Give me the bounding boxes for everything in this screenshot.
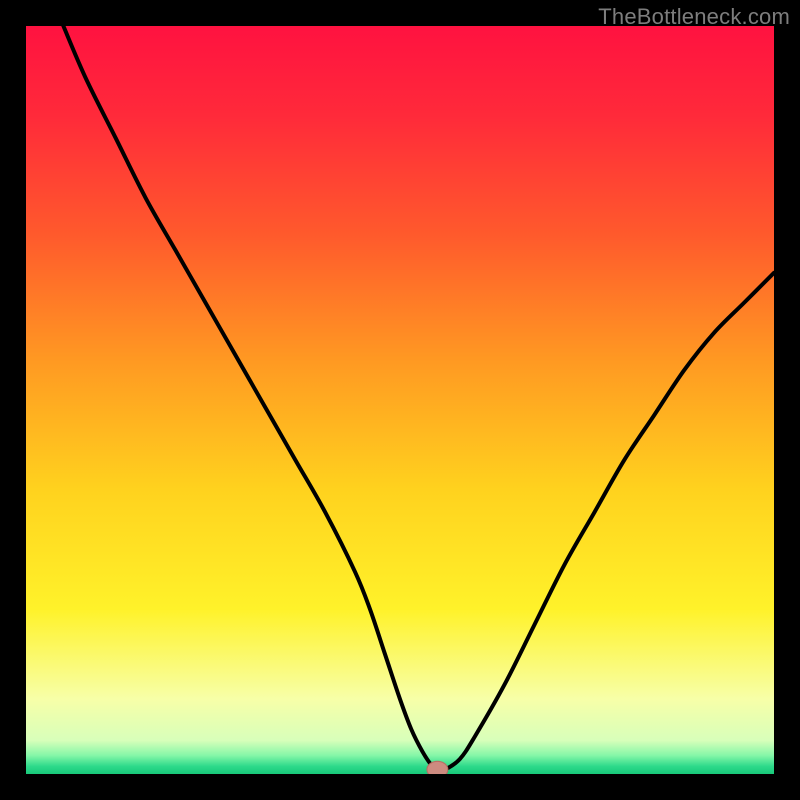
outer-frame: TheBottleneck.com [0,0,800,800]
bottleneck-chart [26,26,774,774]
optimal-point-marker [427,761,448,774]
watermark-text: TheBottleneck.com [598,4,790,30]
